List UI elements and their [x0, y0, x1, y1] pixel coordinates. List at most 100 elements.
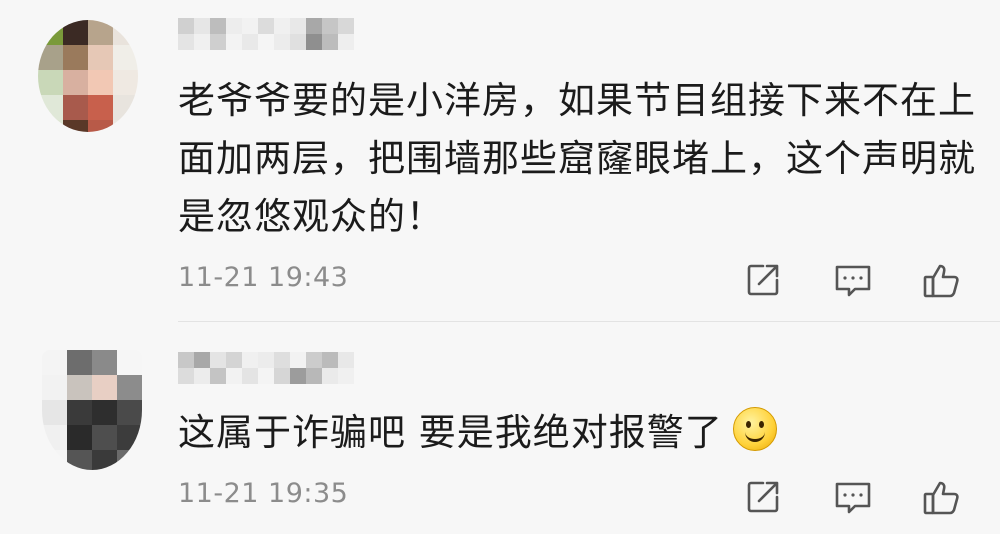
mosaic-cell — [226, 352, 242, 368]
mosaic-cell — [38, 95, 63, 120]
mosaic-cell — [274, 368, 290, 384]
like-button[interactable] — [922, 260, 962, 300]
mosaic-cell — [63, 70, 88, 95]
mosaic-cell — [194, 352, 210, 368]
comment-timestamp: 11-21 19:35 — [178, 478, 349, 509]
mosaic-cell — [117, 450, 142, 470]
comment-item: 老爷爷要的是小洋房，如果节目组接下来不在上面加两层，把围墙那些窟窿眼堵上，这个声… — [0, 0, 1000, 322]
smile-emoji — [732, 407, 777, 451]
mosaic-cell — [88, 70, 113, 95]
mosaic-cell — [178, 352, 194, 368]
mosaic-cell — [290, 368, 306, 384]
username-pixelated[interactable] — [178, 352, 378, 388]
mosaic-cell — [88, 95, 113, 120]
share-icon — [747, 264, 779, 296]
username-pixelated[interactable] — [178, 18, 378, 54]
like-button[interactable] — [922, 477, 962, 517]
mosaic-cell — [63, 20, 88, 45]
mosaic-cell — [226, 34, 242, 50]
mosaic-cell — [117, 350, 142, 375]
mosaic-cell — [210, 34, 226, 50]
mosaic-cell — [274, 352, 290, 368]
share-button[interactable] — [743, 477, 783, 517]
mosaic-cell — [258, 368, 274, 384]
mosaic-cell — [306, 368, 322, 384]
mosaic-cell — [290, 18, 306, 34]
mosaic-cell — [42, 450, 67, 470]
share-icon — [747, 481, 779, 513]
mosaic-cell — [42, 375, 67, 400]
mosaic-cell — [274, 34, 290, 50]
mosaic-cell — [290, 34, 306, 50]
mosaic-cell — [306, 18, 322, 34]
mosaic-cell — [178, 368, 194, 384]
mosaic-cell — [178, 18, 194, 34]
mosaic-cell — [113, 70, 138, 95]
mosaic-cell — [88, 120, 113, 132]
mosaic-cell — [210, 368, 226, 384]
mosaic-cell — [274, 18, 290, 34]
comment-text: 老爷爷要的是小洋房，如果节目组接下来不在上面加两层，把围墙那些窟窿眼堵上，这个声… — [178, 79, 976, 238]
mosaic-cell — [67, 400, 92, 425]
mosaic-cell — [117, 400, 142, 425]
mosaic-cell — [226, 368, 242, 384]
mosaic-cell — [63, 120, 88, 132]
mosaic-cell — [88, 20, 113, 45]
mosaic-cell — [322, 352, 338, 368]
mosaic-cell — [92, 400, 117, 425]
mosaic-cell — [210, 352, 226, 368]
comment-item: 这属于诈骗吧 要是我绝对报警了 11-21 19:35 — [0, 322, 1000, 534]
mosaic-cell — [306, 34, 322, 50]
mosaic-cell — [113, 120, 138, 132]
mosaic-cell — [338, 368, 354, 384]
comment-text: 这属于诈骗吧 要是我绝对报警了 — [178, 404, 978, 462]
avatar[interactable] — [42, 350, 142, 470]
mosaic-cell — [67, 450, 92, 470]
comment-text-content: 这属于诈骗吧 要是我绝对报警了 — [178, 411, 723, 454]
mosaic-cell — [67, 375, 92, 400]
comment-timestamp: 11-21 19:43 — [178, 262, 349, 293]
reply-button[interactable] — [833, 260, 873, 300]
mosaic-cell — [258, 352, 274, 368]
mosaic-cell — [226, 18, 242, 34]
mosaic-cell — [322, 34, 338, 50]
mosaic-cell — [306, 352, 322, 368]
mosaic-cell — [92, 350, 117, 375]
mosaic-cell — [88, 45, 113, 70]
mosaic-cell — [338, 34, 354, 50]
mosaic-cell — [67, 425, 92, 450]
mosaic-cell — [242, 368, 258, 384]
mosaic-cell — [92, 425, 117, 450]
mosaic-cell — [117, 425, 142, 450]
mosaic-cell — [290, 352, 306, 368]
mosaic-cell — [258, 34, 274, 50]
mosaic-cell — [258, 18, 274, 34]
mosaic-cell — [38, 70, 63, 95]
mosaic-cell — [42, 425, 67, 450]
avatar[interactable] — [38, 20, 138, 132]
mosaic-cell — [113, 95, 138, 120]
mosaic-cell — [322, 368, 338, 384]
mosaic-cell — [242, 34, 258, 50]
share-button[interactable] — [743, 260, 783, 300]
mosaic-cell — [42, 350, 67, 375]
mosaic-cell — [42, 400, 67, 425]
mosaic-cell — [67, 350, 92, 375]
mosaic-cell — [38, 120, 63, 132]
mosaic-cell — [194, 18, 210, 34]
mosaic-cell — [210, 18, 226, 34]
comment-icon — [835, 265, 871, 297]
mosaic-cell — [242, 352, 258, 368]
mosaic-cell — [92, 450, 117, 470]
reply-button[interactable] — [833, 477, 873, 517]
mosaic-cell — [63, 95, 88, 120]
mosaic-cell — [92, 375, 117, 400]
thumbs-up-icon — [923, 264, 959, 298]
mosaic-cell — [63, 45, 88, 70]
mosaic-cell — [242, 18, 258, 34]
comment-icon — [835, 482, 871, 514]
mosaic-cell — [38, 20, 63, 45]
mosaic-cell — [117, 375, 142, 400]
mosaic-cell — [338, 352, 354, 368]
mosaic-cell — [113, 20, 138, 45]
